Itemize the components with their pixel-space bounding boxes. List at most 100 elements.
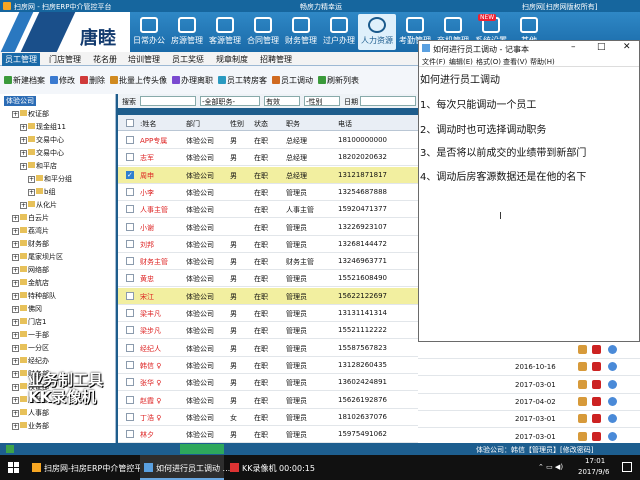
table-row[interactable]: ✓ 周申 体验公司 男 在职 总经理 13121871817 bbox=[118, 166, 418, 184]
notepad-text-line[interactable]: 2、调动时也可选择调动职务 bbox=[420, 121, 546, 136]
expand-icon[interactable]: + bbox=[12, 241, 19, 248]
table-row[interactable]: 财务主管 体验公司 男 在职 财务主管 13246963771 bbox=[118, 253, 418, 271]
employee-name-link[interactable]: 林夕 bbox=[140, 430, 154, 440]
notepad-menu-1[interactable]: 编辑(E) bbox=[449, 57, 473, 67]
gender-select[interactable]: -性别 bbox=[304, 96, 340, 106]
tree-node[interactable]: + b组 bbox=[28, 187, 55, 197]
tab-0[interactable]: 员工管理 bbox=[2, 53, 40, 66]
table-row[interactable]: 人事主管 体验公司 在职 人事主管 15920471377 bbox=[118, 201, 418, 219]
expand-icon[interactable]: + bbox=[12, 267, 19, 274]
delete-icon[interactable] bbox=[592, 362, 601, 372]
view-icon[interactable] bbox=[608, 345, 617, 354]
view-icon[interactable] bbox=[608, 414, 617, 424]
employee-name-link[interactable]: 宋江 bbox=[140, 292, 154, 302]
row-checkbox[interactable] bbox=[126, 360, 134, 369]
table-row[interactable]: 韩信 ♀ 体验公司 男 在职 管理员 13128260435 bbox=[118, 357, 418, 374]
column-header[interactable]: 部门 bbox=[186, 119, 200, 129]
date-input[interactable] bbox=[360, 96, 416, 106]
employee-name-link[interactable]: 丁浩 ♀ bbox=[140, 413, 161, 423]
tree-node[interactable]: + 白云片 bbox=[12, 213, 49, 223]
expand-icon[interactable]: + bbox=[28, 176, 35, 183]
toolbar-button-7[interactable]: 刷新列表 bbox=[318, 75, 359, 86]
notepad-menu-4[interactable]: 帮助(H) bbox=[530, 57, 555, 67]
expand-icon[interactable]: + bbox=[20, 137, 27, 144]
user-icon[interactable] bbox=[578, 431, 587, 441]
tree-node[interactable]: + 佛冈 bbox=[12, 304, 42, 314]
notepad-menu-3[interactable]: 查看(V) bbox=[503, 57, 527, 67]
tree-node[interactable]: + 交易中心 bbox=[20, 135, 64, 145]
expand-icon[interactable]: + bbox=[12, 410, 19, 417]
table-row[interactable]: 小李 体验公司 在职 管理员 13254687888 bbox=[118, 184, 418, 201]
user-icon[interactable] bbox=[578, 362, 587, 372]
employee-name-link[interactable]: 韩信 ♀ bbox=[140, 361, 161, 371]
nav-2-button[interactable]: 客源管理 bbox=[206, 14, 244, 50]
delete-icon[interactable] bbox=[592, 414, 601, 424]
expand-icon[interactable]: + bbox=[12, 280, 19, 287]
delete-icon[interactable] bbox=[592, 345, 601, 354]
row-checkbox[interactable] bbox=[126, 222, 134, 231]
table-row[interactable]: 张华 ♀ 体验公司 男 在职 管理员 13602424891 bbox=[118, 374, 418, 392]
view-icon[interactable] bbox=[608, 396, 617, 406]
user-icon[interactable] bbox=[578, 345, 587, 354]
expand-icon[interactable]: + bbox=[20, 124, 27, 131]
row-checkbox[interactable] bbox=[126, 395, 134, 404]
toolbar-button-1[interactable]: 修改 bbox=[50, 75, 75, 86]
toolbar-button-2[interactable]: 删除 bbox=[80, 75, 105, 86]
notepad-titlebar[interactable]: 如何进行员工调动 - 记事本 – □ ✕ bbox=[419, 41, 639, 55]
expand-icon[interactable]: + bbox=[12, 293, 19, 300]
expand-icon[interactable]: + bbox=[12, 397, 19, 404]
nav-6-button[interactable]: 人力资源 bbox=[358, 14, 396, 50]
expand-icon[interactable]: + bbox=[12, 215, 19, 222]
toolbar-button-6[interactable]: 员工调动 bbox=[272, 75, 313, 86]
row-checkbox[interactable] bbox=[126, 239, 134, 248]
tree-node[interactable]: + 人事部 bbox=[12, 408, 49, 418]
tree-node[interactable]: + 业务部 bbox=[12, 421, 49, 431]
expand-icon[interactable]: + bbox=[12, 345, 19, 352]
delete-icon[interactable] bbox=[592, 379, 601, 389]
table-row-actions[interactable]: 2017-03-01 bbox=[418, 377, 640, 394]
tray-icons[interactable]: ⌃ ▭ ◀) bbox=[538, 463, 563, 471]
expand-icon[interactable]: + bbox=[20, 150, 27, 157]
toolbar-button-5[interactable]: 员工转房客 bbox=[218, 75, 267, 86]
tab-2[interactable]: 花名册 bbox=[90, 53, 120, 66]
tree-node[interactable]: + 交易中心 bbox=[20, 148, 64, 158]
search-input[interactable] bbox=[140, 96, 196, 106]
table-row[interactable]: 梁步凡 体验公司 男 在职 管理员 15521112222 bbox=[118, 322, 418, 340]
row-checkbox[interactable] bbox=[126, 412, 134, 421]
tab-4[interactable]: 员工奖惩 bbox=[169, 53, 207, 66]
employee-name-link[interactable]: 小谢 bbox=[140, 223, 154, 233]
expand-icon[interactable]: + bbox=[28, 189, 35, 196]
view-icon[interactable] bbox=[608, 379, 617, 389]
row-checkbox[interactable] bbox=[126, 309, 134, 317]
user-icon[interactable] bbox=[578, 414, 587, 424]
tree-node[interactable]: + 一分区 bbox=[12, 343, 49, 353]
notepad-text-line[interactable]: 3、是否将以前成交的业绩带到新部门 bbox=[420, 144, 586, 159]
nav-1-button[interactable]: 房源管理 bbox=[168, 14, 206, 50]
column-header[interactable]: 状态 bbox=[254, 119, 268, 129]
expand-icon[interactable]: + bbox=[12, 423, 19, 430]
row-checkbox[interactable] bbox=[126, 257, 134, 266]
tree-node[interactable]: + 从化片 bbox=[20, 200, 57, 210]
row-checkbox[interactable] bbox=[126, 343, 134, 352]
tab-1[interactable]: 门店管理 bbox=[46, 53, 84, 66]
user-icon[interactable] bbox=[578, 379, 587, 389]
employee-name-link[interactable]: 周申 bbox=[140, 171, 154, 181]
row-checkbox[interactable]: ✓ bbox=[126, 170, 134, 179]
view-icon[interactable] bbox=[608, 431, 617, 441]
tree-node[interactable]: 体验公司 bbox=[4, 96, 36, 106]
nav-3-button[interactable]: 合同管理 bbox=[244, 14, 282, 50]
view-icon[interactable] bbox=[608, 362, 617, 372]
row-checkbox[interactable] bbox=[126, 136, 134, 144]
expand-icon[interactable]: + bbox=[20, 163, 27, 170]
delete-icon[interactable] bbox=[592, 396, 601, 406]
user-icon[interactable] bbox=[578, 396, 587, 406]
status-select[interactable]: 有效 bbox=[264, 96, 300, 106]
taskbar-item-1[interactable]: 如何进行员工调动 ... bbox=[140, 455, 230, 480]
tree-node[interactable]: + 财务部 bbox=[12, 239, 49, 249]
expand-icon[interactable]: + bbox=[12, 228, 19, 235]
taskbar-item-2[interactable]: KK录像机 00:00:15 bbox=[226, 455, 326, 480]
table-row[interactable]: 宋江 体验公司 男 在职 管理员 15622122697 bbox=[118, 287, 418, 305]
employee-name-link[interactable]: 小李 bbox=[140, 188, 154, 198]
employee-name-link[interactable]: 黄忠 bbox=[140, 274, 154, 284]
employee-name-link[interactable]: 经纪人 bbox=[140, 344, 161, 354]
